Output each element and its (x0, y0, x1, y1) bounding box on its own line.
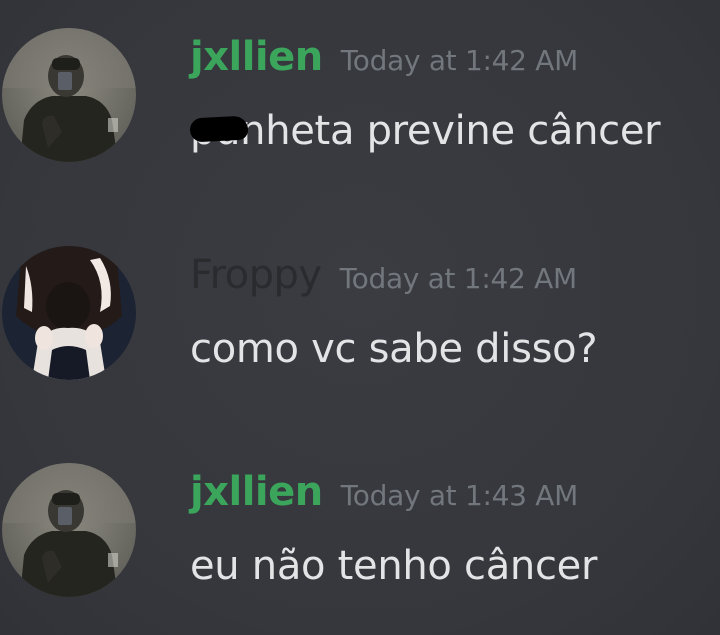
message-item: jxllien Today at 1:42 AM punheta previne … (0, 20, 720, 190)
avatar-photo-person-icon (2, 463, 136, 597)
username[interactable]: Froppy (190, 252, 322, 298)
message-header: jxllien Today at 1:42 AM (190, 34, 578, 80)
username[interactable]: jxllien (190, 469, 323, 515)
message-text: eu não tenho câncer (190, 543, 598, 589)
redaction-mark (189, 115, 249, 143)
message-text: como vc sabe disso? (190, 326, 598, 372)
timestamp: Today at 1:43 AM (340, 479, 579, 512)
timestamp: Today at 1:42 AM (339, 262, 578, 295)
message-header: jxllien Today at 1:43 AM (190, 469, 578, 515)
timestamp: Today at 1:42 AM (340, 44, 579, 77)
message-item: Froppy Today at 1:42 AM como vc sabe diss… (0, 238, 720, 408)
avatar-photo-person-icon (2, 28, 136, 162)
username[interactable]: jxllien (190, 34, 323, 80)
user-avatar[interactable] (2, 28, 136, 162)
chat-messages: jxllien Today at 1:42 AM punheta previne … (0, 0, 720, 635)
avatar-anime-icon (2, 246, 136, 380)
message-item: jxllien Today at 1:43 AM eu não tenho cân… (0, 455, 720, 625)
user-avatar[interactable] (2, 463, 136, 597)
message-header: Froppy Today at 1:42 AM (190, 252, 577, 298)
user-avatar[interactable] (2, 246, 136, 380)
message-text: punheta previne câncer (190, 108, 661, 154)
